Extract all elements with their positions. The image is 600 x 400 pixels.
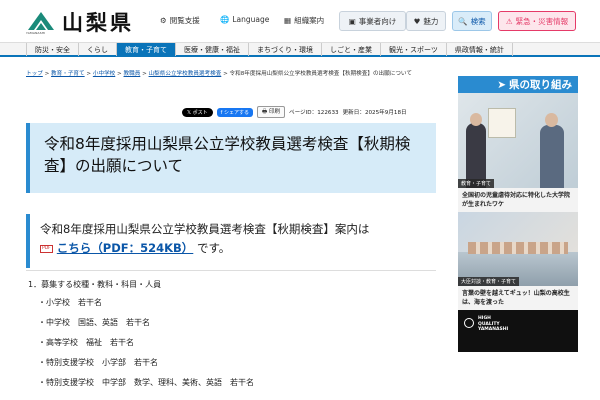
breadcrumb-current: 令和8年度採用山梨県公立学校教員選考検査【秋期検査】の出願について xyxy=(229,71,412,77)
updated-date: 更新日：2025年9月18日 xyxy=(342,110,407,116)
pdf-link[interactable]: こちら（PDF：524KB） xyxy=(57,241,194,255)
feature-card[interactable]: 教育・子育て 全国初の児童虐待対応に特化した大学院が生まれたワケ xyxy=(458,93,578,212)
lead-text: 令和8年度採用山梨県公立学校教員選考検査【秋期検査】案内は xyxy=(40,222,370,236)
card-tag: 大臣対談・教育・子育て xyxy=(458,277,520,286)
lead-tail: です。 xyxy=(196,241,231,255)
x-post-button[interactable]: 𝕏 ポスト xyxy=(182,107,213,117)
high-quality-banner: HIGH QUALITY YAMANASHI xyxy=(458,310,578,352)
page-title-box: 令和8年度採用山梨県公立学校教員選考検査【秋期検査】の出願について xyxy=(26,123,436,193)
feature-card[interactable]: 大臣対談・教育・子育て 言葉の壁を越えてギュッ！山梨の高校生は、海を渡った xyxy=(458,212,578,310)
search-icon: 🔍 xyxy=(458,16,468,26)
list-item: ・高等学校 福祉 若干名 xyxy=(38,338,134,347)
building-icon: ▦ xyxy=(284,16,292,25)
breadcrumb-link[interactable]: 教職員 xyxy=(124,71,141,77)
business-button[interactable]: ▣ 事業者向け xyxy=(339,11,406,31)
list-item: ・中学校 国語、英語 若干名 xyxy=(38,318,150,327)
share-row: 𝕏 ポスト f シェアする 🖶 印刷 ページID：122633 更新日：2025… xyxy=(182,106,407,118)
list-item: ・特別支援学校 小学部 若干名 xyxy=(38,358,158,367)
breadcrumb: トップ > 教育・子育て > 小中学校 > 教職員 > 山梨県公立学校教員選考検… xyxy=(26,71,412,77)
badge-icon xyxy=(464,318,474,328)
accessibility-icon: ⚙ xyxy=(160,16,167,25)
feature-photo: 教育・子育て xyxy=(458,93,578,188)
accessibility-link[interactable]: ⚙ 閲覧支援 xyxy=(160,15,200,26)
nav-item-living[interactable]: くらし xyxy=(79,43,117,56)
language-link[interactable]: 🌐 Language xyxy=(220,15,269,24)
card-caption: 全国初の児童虐待対応に特化した大学院が生まれたワケ xyxy=(458,188,578,212)
section-heading: 1．募集する校種・教科・科目・人員 xyxy=(28,280,162,289)
facebook-share-button[interactable]: f シェアする xyxy=(216,107,254,117)
page-title: 令和8年度採用山梨県公立学校教員選考検査【秋期検査】の出願について xyxy=(44,135,411,175)
pdf-icon: PDF xyxy=(40,244,53,253)
card-tag: 教育・子育て xyxy=(458,179,495,188)
site-title[interactable]: 山梨県 xyxy=(62,7,134,37)
search-button[interactable]: 🔍 検索 xyxy=(452,11,492,31)
nav-item-government[interactable]: 県政情報・統計 xyxy=(447,43,513,56)
breadcrumb-link[interactable]: 小中学校 xyxy=(93,71,115,77)
divider xyxy=(26,270,436,271)
site-header: YAMANASHI 山梨県 ⚙ 閲覧支援 🌐 Language ▦ 組織案内 ▣… xyxy=(0,0,600,42)
nav-item-environment[interactable]: まちづくり・環境 xyxy=(249,43,322,56)
lead-paragraph: 令和8年度採用山梨県公立学校教員選考検査【秋期検査】案内は PDF こちら（PDF… xyxy=(26,214,436,268)
breadcrumb-link[interactable]: トップ xyxy=(26,71,43,77)
recruitment-list: ・小学校 若干名 ・中学校 国語、英語 若干名 ・高等学校 福祉 若干名 ・特別… xyxy=(38,297,254,397)
nav-item-tourism[interactable]: 観光・スポーツ xyxy=(381,43,447,56)
banner-text: HIGH QUALITY YAMANASHI xyxy=(478,316,509,332)
print-button[interactable]: 🖶 印刷 xyxy=(257,106,285,118)
globe-icon: 🌐 xyxy=(220,15,230,24)
nav-item-disaster[interactable]: 防災・安全 xyxy=(26,43,79,56)
sidebar-heading: ➤ 県の取り組み xyxy=(458,76,578,93)
nav-item-education[interactable]: 教育・子育て xyxy=(117,43,176,56)
feature-photo: 大臣対談・教育・子育て xyxy=(458,212,578,286)
breadcrumb-link[interactable]: 教育・子育て xyxy=(51,71,85,77)
card-caption: 言葉の壁を越えてギュッ！山梨の高校生は、海を渡った xyxy=(458,286,578,310)
sidebar: ➤ 県の取り組み 教育・子育て 全国初の児童虐待対応に特化した大学院が生まれたワ… xyxy=(458,76,578,352)
emergency-button[interactable]: ⚠ 緊急・災害情報 xyxy=(498,11,576,31)
nav-item-health[interactable]: 医療・健康・福祉 xyxy=(176,43,249,56)
list-item: ・特別支援学校 中学部 数学、理科、美術、英語 若干名 xyxy=(38,378,254,387)
charm-button[interactable]: ♥ 魅力 xyxy=(406,11,446,31)
list-item: ・小学校 若干名 xyxy=(38,298,102,307)
arrow-icon: ➤ xyxy=(497,78,506,91)
briefcase-icon: ▣ xyxy=(348,16,356,26)
breadcrumb-link[interactable]: 山梨県公立学校教員選考検査 xyxy=(149,71,222,77)
heart-icon: ♥ xyxy=(413,16,421,26)
organization-link[interactable]: ▦ 組織案内 xyxy=(284,15,324,26)
nav-item-work[interactable]: しごと・産業 xyxy=(322,43,381,56)
logo-subtext: YAMANASHI xyxy=(26,31,46,35)
page-id: ページID：122633 xyxy=(288,110,339,116)
print-icon: 🖶 xyxy=(262,109,268,115)
warning-icon: ⚠ xyxy=(505,16,513,26)
global-nav: 防災・安全 くらし 教育・子育て 医療・健康・福祉 まちづくり・環境 しごと・産… xyxy=(0,42,600,57)
banner-card[interactable]: HIGH QUALITY YAMANASHI xyxy=(458,310,578,352)
